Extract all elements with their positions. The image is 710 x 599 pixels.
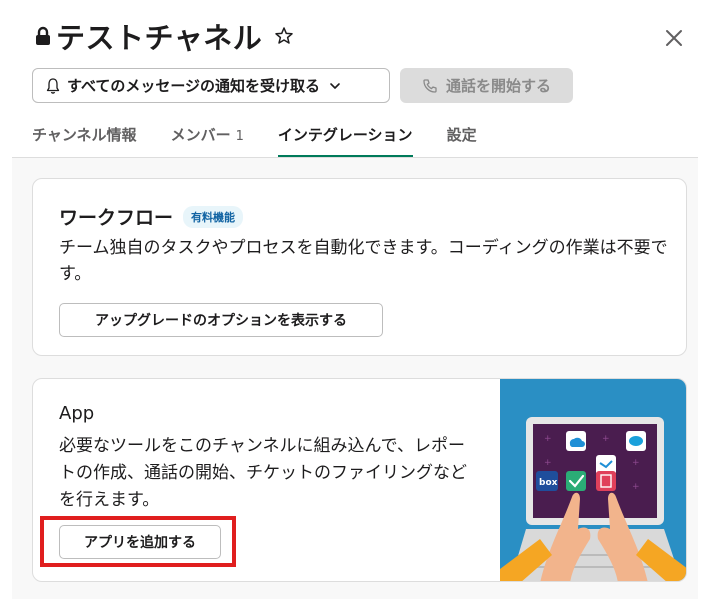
- svg-text:+: +: [544, 458, 552, 468]
- view-upgrade-options-button[interactable]: アップグレードのオプションを表示する: [59, 303, 383, 337]
- star-icon[interactable]: [274, 26, 294, 46]
- close-icon[interactable]: [662, 26, 686, 50]
- start-call-button[interactable]: 通話を開始する: [400, 68, 573, 103]
- tab-channel-info[interactable]: チャンネル情報: [32, 120, 137, 158]
- channel-header: テストチャネル すべてのメッセージの通知を受け取る 通話を開始する チャンネル情…: [0, 0, 710, 158]
- svg-text:+: +: [632, 482, 640, 492]
- tab-bar: チャンネル情報 メンバー 1 インテグレーション 設定: [32, 120, 511, 158]
- member-count: 1: [235, 129, 244, 144]
- apps-title: App: [59, 403, 95, 424]
- paid-feature-badge: 有料機能: [183, 205, 244, 228]
- box-app-tile: box: [539, 478, 558, 488]
- svg-text:+: +: [632, 458, 640, 468]
- action-buttons: すべてのメッセージの通知を受け取る 通話を開始する: [32, 68, 573, 103]
- tab-label: インテグレーション: [277, 126, 413, 144]
- workflow-card: ワークフロー 有料機能 チーム独自のタスクやプロセスを自動化できます。コーディン…: [32, 178, 687, 356]
- svg-text:+: +: [544, 434, 552, 444]
- tab-label: チャンネル情報: [32, 126, 137, 144]
- title-row: テストチャネル: [34, 16, 294, 56]
- tab-label: 設定: [446, 126, 477, 144]
- workflow-title: ワークフロー: [59, 207, 174, 229]
- svg-text:+: +: [602, 434, 610, 444]
- bell-icon: [46, 77, 60, 94]
- channel-title: テストチャネル: [56, 21, 263, 55]
- workflow-title-row: ワークフロー 有料機能: [59, 203, 244, 230]
- notification-label: すべてのメッセージの通知を受け取る: [67, 77, 321, 95]
- tab-integrations[interactable]: インテグレーション: [277, 120, 413, 158]
- lock-icon: [36, 26, 50, 45]
- add-app-highlight: [40, 516, 236, 567]
- start-call-label: 通話を開始する: [445, 77, 551, 95]
- notification-settings-button[interactable]: すべてのメッセージの通知を受け取る: [32, 68, 390, 103]
- apps-illustration: ++ ++ ++ box: [500, 379, 686, 581]
- phone-icon: [423, 78, 437, 93]
- chevron-down-icon: [330, 82, 340, 89]
- tab-members[interactable]: メンバー 1: [171, 120, 244, 158]
- workflow-description: チーム独自のタスクやプロセスを自動化できます。コーディングの作業は不要です。: [59, 238, 668, 284]
- tab-label: メンバー: [170, 126, 231, 144]
- apps-description: 必要なツールをこのチャンネルに組み込んで、レポートの作成、通話の開始、チケットの…: [59, 436, 467, 510]
- tab-settings[interactable]: 設定: [447, 120, 477, 158]
